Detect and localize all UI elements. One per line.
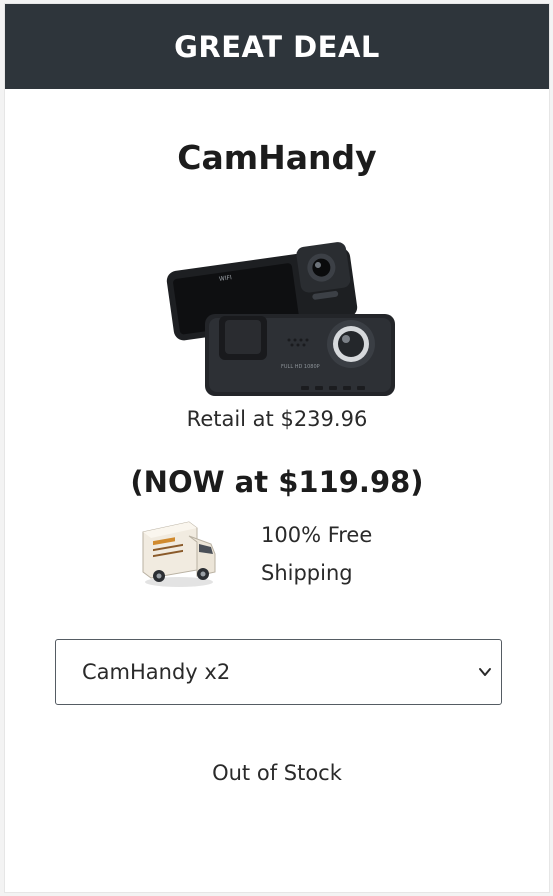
deal-card: GREAT DEAL CamHandy WIFI FULL HD 1080P R… bbox=[4, 3, 550, 893]
chevron-down-icon bbox=[479, 668, 491, 676]
delivery-truck-icon bbox=[142, 521, 216, 587]
banner-title: GREAT DEAL bbox=[174, 29, 380, 64]
free-shipping-text: 100% Free Shipping bbox=[261, 516, 431, 592]
retail-price: Retail at $239.96 bbox=[186, 407, 368, 431]
sale-price: (NOW at $119.98) bbox=[130, 465, 424, 499]
dash-camera-image: WIFI FULL HD 1080P bbox=[166, 242, 395, 396]
quantity-select[interactable]: CamHandy x2 bbox=[55, 639, 502, 705]
quantity-select-value: CamHandy x2 bbox=[82, 660, 231, 684]
shipping-line-2: Shipping bbox=[261, 561, 353, 585]
product-title: CamHandy bbox=[177, 138, 377, 177]
stock-status: Out of Stock bbox=[212, 761, 342, 785]
svg-text:FULL HD 1080P: FULL HD 1080P bbox=[281, 364, 320, 370]
shipping-line-1: 100% Free bbox=[261, 523, 373, 547]
deal-banner: GREAT DEAL bbox=[5, 4, 549, 89]
